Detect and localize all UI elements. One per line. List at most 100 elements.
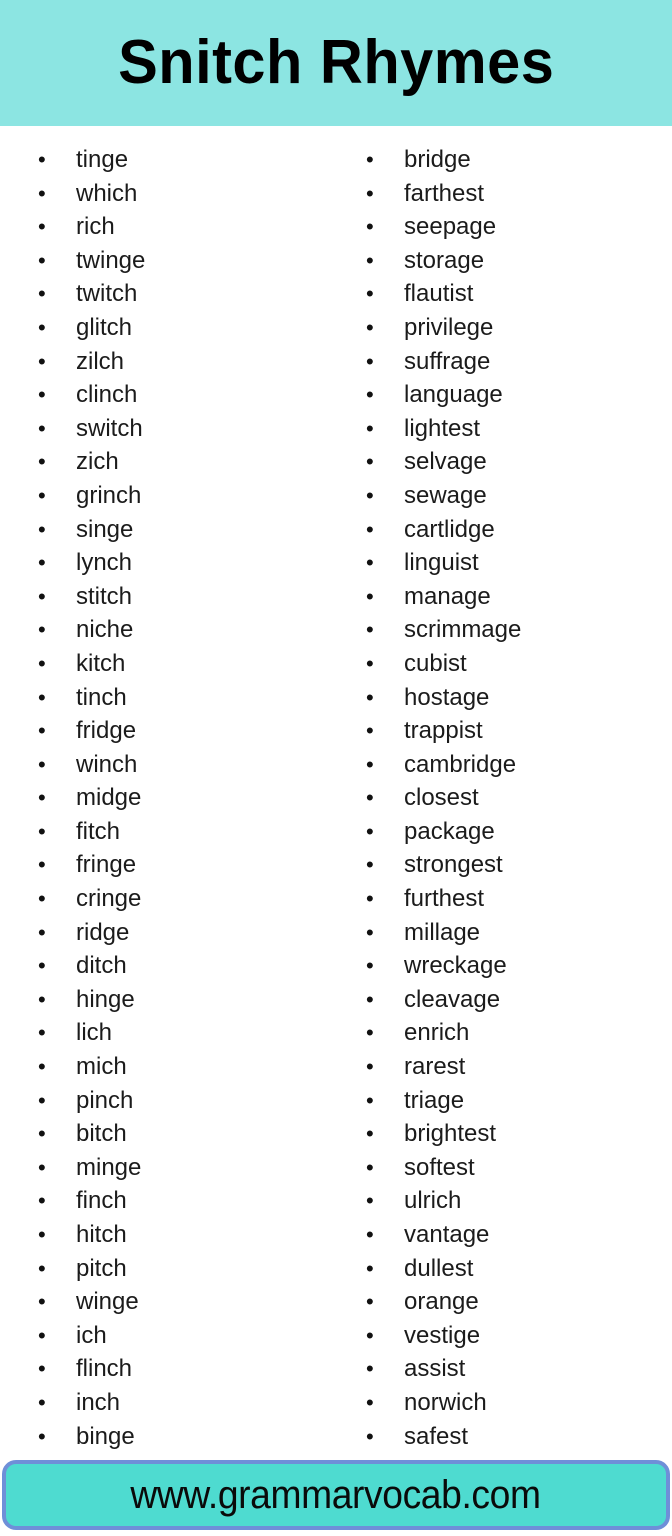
bullet-icon: •: [366, 650, 374, 676]
word-label: minge: [76, 1153, 142, 1181]
word-label: strongest: [404, 851, 503, 879]
list-item: • winch: [38, 748, 336, 782]
word-label: ridge: [76, 918, 130, 946]
bullet-icon: •: [366, 919, 374, 945]
word-label: flautist: [404, 280, 474, 308]
word-label: grinch: [76, 481, 142, 509]
bullet-icon: •: [366, 314, 374, 340]
list-item: • softest: [366, 1151, 672, 1185]
header-banner: Snitch Rhymes: [0, 0, 672, 126]
list-item: • bitch: [38, 1117, 336, 1151]
bullet-icon: •: [38, 147, 46, 172]
word-label: fringe: [76, 851, 137, 879]
word-label: cubist: [404, 649, 467, 677]
list-item: • cleavage: [366, 983, 672, 1017]
word-label: selvage: [404, 448, 487, 476]
list-item: • twitch: [38, 277, 336, 311]
word-label: twinge: [76, 246, 146, 274]
list-item: • triage: [366, 1084, 672, 1118]
bullet-icon: •: [38, 1154, 46, 1180]
right-column: • bridge • farthest • seepage • storage • flautis…: [336, 126, 672, 1453]
word-label: millage: [404, 918, 481, 946]
word-label: privilege: [404, 313, 494, 341]
bullet-icon: •: [366, 1087, 374, 1113]
list-item: • linguist: [366, 546, 672, 580]
word-label: softest: [404, 1153, 475, 1181]
word-label: farthest: [404, 179, 485, 207]
bullet-icon: •: [38, 751, 46, 777]
bullet-icon: •: [38, 1020, 46, 1046]
word-label: bridge: [404, 146, 471, 173]
word-label: dullest: [404, 1254, 474, 1282]
word-label: ich: [76, 1321, 107, 1349]
word-label: tinge: [76, 146, 129, 173]
bullet-icon: •: [366, 1389, 374, 1415]
list-item: • winge: [38, 1285, 336, 1319]
word-label: zilch: [76, 347, 125, 375]
word-label: package: [404, 817, 495, 845]
word-label: fitch: [76, 817, 121, 845]
bullet-icon: •: [366, 751, 374, 777]
list-item: • singe: [38, 513, 336, 547]
list-item: • glitch: [38, 311, 336, 345]
word-label: ulrich: [404, 1187, 462, 1215]
word-label: flinch: [76, 1355, 133, 1383]
word-label: manage: [404, 582, 491, 610]
bullet-icon: •: [38, 516, 46, 542]
list-item: • wreckage: [366, 949, 672, 983]
word-label: cringe: [76, 885, 142, 913]
bullet-icon: •: [38, 415, 46, 441]
bullet-icon: •: [366, 1423, 374, 1449]
word-label: twitch: [76, 280, 138, 308]
word-label: winge: [76, 1288, 139, 1316]
bullet-icon: •: [366, 1121, 374, 1147]
list-item: • rich: [38, 210, 336, 244]
list-item: • vestige: [366, 1319, 672, 1353]
bullet-icon: •: [366, 550, 374, 576]
bullet-icon: •: [38, 482, 46, 508]
list-item: • fitch: [38, 815, 336, 849]
list-item: • clinch: [38, 378, 336, 412]
list-item: • orange: [366, 1285, 672, 1319]
bullet-icon: •: [38, 886, 46, 912]
list-item: • privilege: [366, 311, 672, 345]
bullet-icon: •: [366, 785, 374, 811]
list-item: • fringe: [38, 848, 336, 882]
word-label: language: [404, 381, 503, 409]
word-label: ditch: [76, 952, 127, 980]
bullet-icon: •: [366, 1222, 374, 1247]
word-label: cleavage: [404, 985, 501, 1013]
word-label: seepage: [404, 213, 497, 241]
word-label: vantage: [404, 1221, 490, 1248]
bullet-icon: •: [38, 550, 46, 576]
bullet-icon: •: [38, 785, 46, 811]
list-item: • binge: [38, 1420, 336, 1454]
bullet-icon: •: [38, 1087, 46, 1113]
bullet-icon: •: [38, 1322, 46, 1348]
list-item: • twinge: [38, 244, 336, 278]
word-label: glitch: [76, 313, 133, 341]
list-item: • sewage: [366, 479, 672, 513]
list-item: • ridge: [38, 916, 336, 950]
bullet-icon: •: [38, 718, 46, 744]
list-item: • flautist: [366, 277, 672, 311]
list-item: • hitch: [38, 1218, 336, 1252]
word-label: scrimmage: [404, 616, 522, 644]
list-item: • ich: [38, 1319, 336, 1353]
word-label: which: [76, 179, 138, 207]
word-label: linguist: [404, 549, 479, 577]
bullet-icon: •: [366, 617, 374, 643]
bullet-icon: •: [366, 1020, 374, 1046]
bullet-icon: •: [38, 1255, 46, 1281]
list-item: • furthest: [366, 882, 672, 916]
bullet-icon: •: [366, 1356, 374, 1382]
bullet-icon: •: [366, 953, 374, 979]
bullet-icon: •: [366, 1255, 374, 1281]
word-label: lynch: [76, 549, 133, 577]
list-item: • dullest: [366, 1252, 672, 1286]
website-banner[interactable]: www.grammarvocab.com: [2, 1460, 670, 1530]
word-label: inch: [76, 1388, 121, 1416]
bullet-icon: •: [366, 1188, 374, 1214]
bullet-icon: •: [38, 247, 46, 273]
bullet-icon: •: [366, 1322, 374, 1348]
